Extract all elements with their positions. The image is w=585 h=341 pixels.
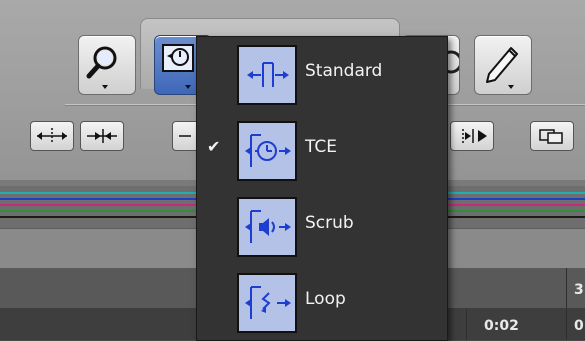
- arrows-inward-icon: [87, 129, 117, 143]
- move-button[interactable]: [30, 121, 74, 151]
- menu-item-scrub[interactable]: Scrub: [197, 189, 447, 261]
- menu-item-tce[interactable]: ✔ TCE: [197, 113, 447, 185]
- menu-item-label: Scrub: [305, 213, 354, 233]
- value-divider: [566, 309, 567, 340]
- pencil-icon: [486, 47, 518, 89]
- pencil-tool-button[interactable]: [474, 35, 532, 95]
- magnifier-icon: [86, 46, 117, 89]
- value-divider: [466, 309, 467, 340]
- menu-item-label: Standard: [305, 61, 383, 81]
- tce-mode-icon: [237, 121, 297, 181]
- time-display: 0:02: [484, 318, 519, 334]
- standard-mode-icon: [237, 45, 297, 105]
- tool-mode-menu: Standard ✔ TCE Scrub Loop: [196, 36, 448, 341]
- overlap-rects-icon: [539, 129, 563, 144]
- menu-item-label: TCE: [305, 137, 337, 157]
- ruler-edge-label: 3: [574, 282, 584, 298]
- time-edge-label: 0: [574, 318, 584, 334]
- menu-item-loop[interactable]: Loop: [197, 265, 447, 337]
- skip-play-icon: [462, 129, 487, 143]
- snap-button[interactable]: [80, 121, 124, 151]
- scrub-mode-icon: [237, 197, 297, 257]
- menu-item-label: Loop: [305, 289, 346, 309]
- move-arrows-icon: [37, 128, 67, 144]
- menu-item-standard[interactable]: Standard: [197, 37, 447, 109]
- skip-button[interactable]: [450, 121, 494, 151]
- group-button[interactable]: [530, 121, 574, 151]
- ruler-divider: [566, 268, 567, 308]
- checkmark-icon: ✔: [207, 137, 221, 156]
- zoom-tool-button[interactable]: [78, 35, 136, 95]
- loop-mode-icon: [237, 273, 297, 333]
